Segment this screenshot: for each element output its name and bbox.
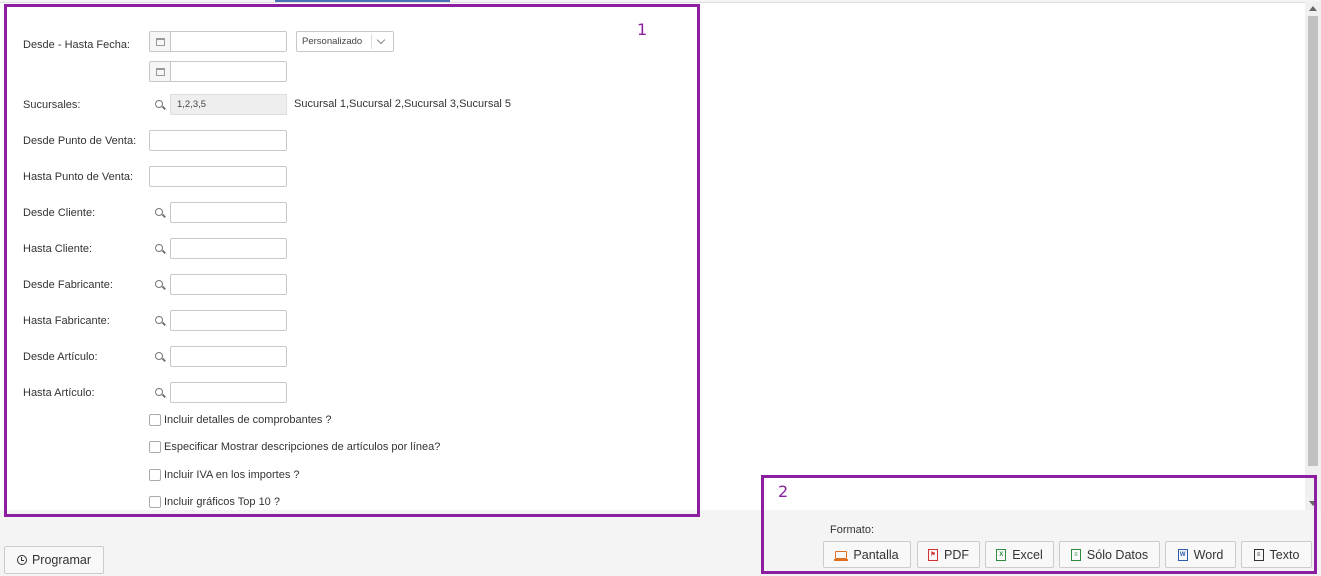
hasta-cliente-label: Hasta Cliente: xyxy=(23,243,93,255)
solo-datos-label: Sólo Datos xyxy=(1086,547,1149,562)
desde-punto-venta-input[interactable] xyxy=(149,130,287,151)
solo-datos-button[interactable]: ≡ Sólo Datos xyxy=(1059,541,1160,568)
hasta-punto-venta-label: Hasta Punto de Venta: xyxy=(23,171,134,183)
sucursales-label: Sucursales: xyxy=(23,99,81,111)
fecha-desde-input[interactable] xyxy=(170,31,287,52)
desde-cliente-label: Desde Cliente: xyxy=(23,207,96,219)
programar-label: Programar xyxy=(31,553,92,567)
checkbox[interactable] xyxy=(149,496,161,508)
programar-button[interactable]: Programar xyxy=(4,546,104,574)
excel-icon: X xyxy=(996,548,1007,561)
check-graficos-top10[interactable]: Incluir gráficos Top 10 ? xyxy=(149,496,280,508)
check-detalles-comprobantes[interactable]: Incluir detalles de comprobantes ? xyxy=(149,414,332,426)
hasta-articulo-input[interactable] xyxy=(170,382,287,403)
data-file-icon: ≡ xyxy=(1070,548,1081,561)
desde-articulo-input[interactable] xyxy=(170,346,287,367)
sucursales-input[interactable]: 1,2,3,5 xyxy=(170,94,287,115)
hasta-cliente-input[interactable] xyxy=(170,238,287,259)
chevron-down-icon xyxy=(376,35,386,45)
pantalla-button[interactable]: Pantalla xyxy=(823,541,911,568)
search-icon[interactable] xyxy=(149,238,170,259)
desde-articulo-label: Desde Artículo: xyxy=(23,351,98,363)
pdf-icon: ⚑ xyxy=(928,548,938,561)
checkbox-label: Incluir detalles de comprobantes ? xyxy=(164,414,332,426)
word-button[interactable]: W Word xyxy=(1165,541,1236,568)
checkbox[interactable] xyxy=(149,414,161,426)
check-incluir-iva[interactable]: Incluir IVA en los importes ? xyxy=(149,469,300,481)
sucursales-names: Sucursal 1,Sucursal 2,Sucursal 3,Sucursa… xyxy=(294,98,512,110)
texto-label: Texto xyxy=(1269,547,1300,562)
rango-fecha-select[interactable]: Personalizado xyxy=(296,31,394,52)
search-icon[interactable] xyxy=(149,94,170,115)
checkbox-label: Incluir IVA en los importes ? xyxy=(164,469,300,481)
scroll-up-arrow[interactable] xyxy=(1309,6,1317,11)
search-icon[interactable] xyxy=(149,346,170,367)
desde-fabricante-label: Desde Fabricante: xyxy=(23,279,113,291)
text-file-icon: ≡ xyxy=(1253,548,1264,561)
rango-fecha-value: Personalizado xyxy=(302,36,363,47)
word-label: Word xyxy=(1193,547,1224,562)
check-descripciones-articulos[interactable]: Especificar Mostrar descripciones de art… xyxy=(149,441,440,453)
desde-fabricante-input[interactable] xyxy=(170,274,287,295)
search-icon[interactable] xyxy=(149,274,170,295)
search-icon[interactable] xyxy=(149,310,170,331)
texto-button[interactable]: ≡ Texto xyxy=(1241,541,1312,568)
search-icon[interactable] xyxy=(149,202,170,223)
word-icon: W xyxy=(1177,548,1188,561)
scrollbar-thumb[interactable] xyxy=(1308,16,1318,466)
checkbox-label: Incluir gráficos Top 10 ? xyxy=(164,496,280,508)
checkbox[interactable] xyxy=(149,441,161,453)
fecha-label: Desde - Hasta Fecha: xyxy=(23,39,130,51)
hasta-punto-venta-input[interactable] xyxy=(149,166,287,187)
fecha-hasta-input[interactable] xyxy=(170,61,287,82)
pdf-button[interactable]: ⚑ PDF xyxy=(917,541,980,568)
calendar-icon[interactable] xyxy=(149,61,170,82)
hasta-fabricante-input[interactable] xyxy=(170,310,287,331)
calendar-icon[interactable] xyxy=(149,31,170,52)
screen-icon xyxy=(834,550,849,561)
excel-label: Excel xyxy=(1012,547,1043,562)
checkbox-label: Especificar Mostrar descripciones de art… xyxy=(164,441,441,453)
annotation-label-2: 2 xyxy=(778,482,789,501)
vertical-scrollbar[interactable] xyxy=(1305,2,1321,510)
formato-label: Formato: xyxy=(830,524,875,536)
hasta-articulo-label: Hasta Artículo: xyxy=(23,387,95,399)
excel-button[interactable]: X Excel xyxy=(985,541,1054,568)
scroll-down-arrow[interactable] xyxy=(1309,501,1317,506)
search-icon[interactable] xyxy=(149,382,170,403)
pantalla-label: Pantalla xyxy=(853,547,899,562)
annotation-label-1: 1 xyxy=(637,20,648,39)
hasta-fabricante-label: Hasta Fabricante: xyxy=(23,315,110,327)
pdf-label: PDF xyxy=(944,547,969,562)
checkbox[interactable] xyxy=(149,469,161,481)
desde-cliente-input[interactable] xyxy=(170,202,287,223)
desde-punto-venta-label: Desde Punto de Venta: xyxy=(23,135,137,147)
clock-icon xyxy=(16,555,27,565)
